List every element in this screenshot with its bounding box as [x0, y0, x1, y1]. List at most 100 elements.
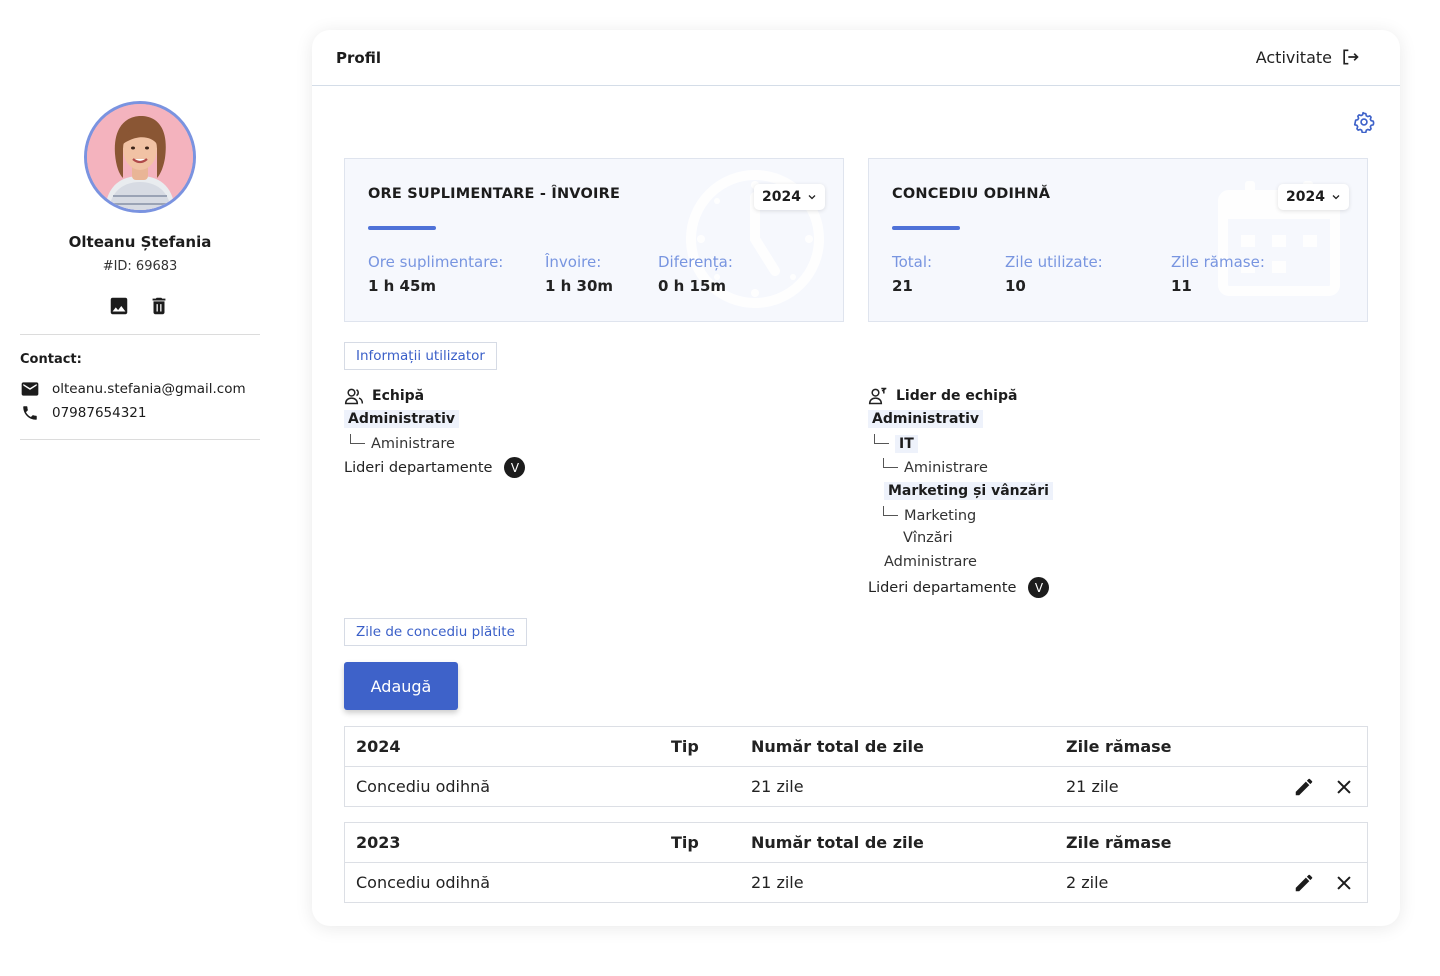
leaders-badge[interactable]: V — [504, 457, 526, 478]
leave-table-2024: 2024 Tip Număr total de zile Zile rămase… — [344, 726, 1368, 807]
col-type: Tip — [671, 737, 699, 756]
cell-remaining: 21 zile — [1066, 777, 1119, 796]
lead-marketing: Marketing și vânzări — [884, 482, 1053, 500]
contact-phone[interactable]: 07987654321 — [52, 405, 146, 421]
cell-type: Concediu odihnă — [356, 873, 491, 892]
remaining-days-label: Zile rămase: — [1171, 253, 1265, 271]
lead-admin: Administrare — [884, 554, 977, 570]
leave-hours-label: Învoire: — [545, 253, 602, 271]
lead-department: Administrativ — [868, 410, 984, 428]
overtime-label: Ore suplimentare: — [368, 253, 504, 271]
user-name: Olteanu Ștefania — [68, 233, 212, 251]
lead-marketing-sub: Marketing — [883, 506, 976, 524]
cell-total: 21 zile — [751, 873, 804, 892]
avatar — [84, 101, 196, 213]
phone-icon — [20, 403, 40, 423]
col-type: Tip — [671, 833, 699, 852]
col-total-days: Număr total de zile — [751, 737, 924, 756]
cell-type: Concediu odihnă — [356, 777, 491, 796]
used-days-label: Zile utilizate: — [1005, 253, 1103, 271]
logout-icon — [1343, 49, 1359, 65]
vacation-year-select[interactable]: 2024 — [1278, 184, 1349, 210]
overtime-panel: ORE SUPLIMENTARE - ÎNVOIRE 2024 Ore supl… — [344, 158, 844, 322]
team-subunit-label: Aministrare — [371, 436, 455, 452]
overtime-title: ORE SUPLIMENTARE - ÎNVOIRE — [368, 186, 621, 202]
col-total-days: Număr total de zile — [751, 833, 924, 852]
total-value: 21 — [892, 277, 913, 295]
lead-marketing-sub-label: Marketing — [904, 508, 977, 524]
lead-it-node: IT — [874, 433, 918, 453]
mail-icon — [20, 379, 40, 399]
vacation-title: CONCEDIU ODIHNĂ — [892, 186, 1051, 202]
tree-branch — [883, 458, 898, 468]
title-underline — [892, 226, 960, 230]
tree-branch — [874, 434, 889, 444]
vacation-panel: CONCEDIU ODIHNĂ 2024 Total: 21 Zile util… — [868, 158, 1368, 322]
table-row: Concediu odihnă 21 zile 2 zile — [345, 862, 1367, 902]
leave-table-2023: 2023 Tip Număr total de zile Zile rămase… — [344, 822, 1368, 903]
page-title: Profil — [336, 49, 381, 67]
lead-leaders-row: Lideri departamente V — [868, 577, 1050, 598]
chevron-down-icon — [1332, 195, 1340, 200]
avatar-actions — [108, 295, 170, 317]
cell-total: 21 zile — [751, 777, 804, 796]
col-remaining-days: Zile rămase — [1066, 737, 1172, 756]
team-icon — [344, 388, 364, 405]
contact-phone-line: 07987654321 — [20, 403, 146, 423]
contact-email-line: olteanu.stefania@gmail.com — [20, 379, 246, 399]
paid-leave-tab[interactable]: Zile de concediu plătite — [344, 618, 527, 646]
team-lead-icon — [868, 387, 887, 405]
user-id: #ID: 69683 — [102, 259, 178, 274]
leaders-label: Lideri departamente — [344, 459, 493, 476]
vacation-year: 2024 — [1286, 189, 1325, 205]
lead-it: IT — [895, 435, 918, 453]
contact-email[interactable]: olteanu.stefania@gmail.com — [52, 381, 246, 397]
chevron-down-icon — [808, 195, 816, 200]
user-info-tab[interactable]: Informații utilizator — [344, 342, 497, 370]
leaders-label: Lideri departamente — [868, 579, 1017, 596]
image-icon[interactable] — [108, 295, 130, 317]
leaders-badge[interactable]: V — [1028, 577, 1050, 598]
edit-icon[interactable] — [1293, 776, 1315, 798]
title-underline — [368, 226, 436, 230]
avatar-portrait — [87, 104, 193, 210]
col-remaining-days: Zile rămase — [1066, 833, 1172, 852]
lead-it-subunit-label: Aministrare — [904, 460, 988, 476]
cell-remaining: 2 zile — [1066, 873, 1109, 892]
card-header: Profil Activitate — [312, 30, 1400, 86]
team-lead-heading-label: Lider de echipă — [896, 388, 1018, 404]
overtime-year-select[interactable]: 2024 — [754, 184, 825, 210]
divider — [20, 439, 260, 440]
tree-branch — [350, 434, 365, 444]
difference-label: Diferența: — [658, 253, 733, 271]
profile-card: Profil Activitate ORE SUPLIMENTARE - ÎNV… — [312, 30, 1400, 926]
difference-value: 0 h 15m — [658, 277, 727, 295]
team-lead-heading: Lider de echipă — [868, 386, 1017, 406]
trash-icon[interactable] — [148, 295, 170, 317]
table-row: Concediu odihnă 21 zile 21 zile — [345, 766, 1367, 806]
tree-branch — [883, 506, 898, 516]
team-heading: Echipă — [344, 386, 424, 406]
edit-icon[interactable] — [1293, 872, 1315, 894]
add-button[interactable]: Adaugă — [344, 662, 458, 710]
close-icon[interactable] — [1333, 776, 1355, 798]
overtime-value: 1 h 45m — [368, 277, 437, 295]
used-days-value: 10 — [1005, 277, 1026, 295]
table-year: 2024 — [356, 737, 401, 756]
activity-link[interactable]: Activitate — [1256, 47, 1360, 67]
table-year: 2023 — [356, 833, 401, 852]
lead-it-subunit: Aministrare — [883, 458, 988, 476]
lead-sales-sub: Vînzări — [903, 530, 953, 546]
close-icon[interactable] — [1333, 872, 1355, 894]
contact-title: Contact: — [20, 352, 82, 367]
divider — [20, 334, 260, 335]
team-department: Administrativ — [344, 410, 460, 428]
table-header-row: 2024 Tip Număr total de zile Zile rămase — [345, 727, 1367, 766]
team-heading-label: Echipă — [372, 388, 425, 404]
overtime-year: 2024 — [762, 189, 801, 205]
team-leaders-row: Lideri departamente V — [344, 457, 526, 478]
team-subunit: Aministrare — [350, 434, 455, 452]
leave-hours-value: 1 h 30m — [545, 277, 614, 295]
gear-icon[interactable] — [1353, 111, 1375, 134]
table-header-row: 2023 Tip Număr total de zile Zile rămase — [345, 823, 1367, 862]
